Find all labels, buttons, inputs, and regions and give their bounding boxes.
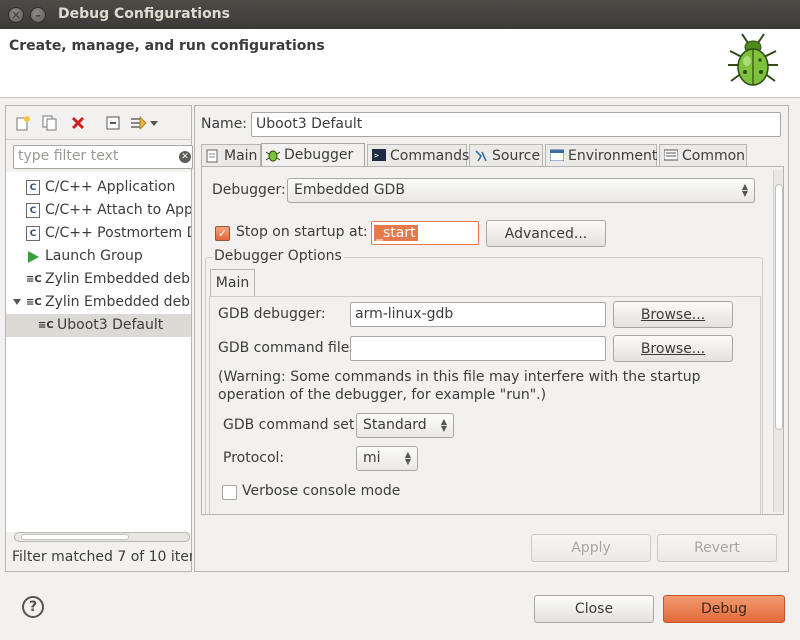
name-label: Name: <box>201 116 248 132</box>
title-bar: ✕ – Debug Configurations <box>0 0 800 29</box>
tab-environment[interactable]: Environment <box>545 144 657 166</box>
warning-line-1: (Warning: Some commands in this file may… <box>218 369 701 385</box>
c-app-icon: C <box>26 180 40 195</box>
zylin-icon: ≡C <box>38 320 54 331</box>
scrollbar-thumb[interactable] <box>21 534 129 540</box>
zylin-icon: ≡C <box>26 297 42 308</box>
name-input[interactable]: Uboot3 Default <box>251 112 781 137</box>
tree-item-uboot3-default[interactable]: ≡C Uboot3 Default <box>6 314 191 337</box>
tree-item-zylin-cygwin[interactable]: ≡C Zylin Embedded debug (Cygwin) <box>6 268 191 291</box>
collapse-all-button[interactable] <box>104 114 122 132</box>
delete-icon <box>71 116 85 130</box>
minimize-icon: – <box>35 8 41 22</box>
main-tab-icon <box>206 149 220 163</box>
close-button[interactable]: Close <box>534 595 654 623</box>
debug-button[interactable]: Debug <box>663 595 785 623</box>
gdb-debugger-input[interactable]: arm-linux-gdb <box>350 302 606 327</box>
gdb-command-file-input[interactable] <box>350 336 606 361</box>
advanced-button[interactable]: Advanced... <box>486 220 606 247</box>
duplicate-icon <box>42 115 57 131</box>
apply-button[interactable]: Apply <box>531 534 651 562</box>
common-tab-icon <box>663 149 679 163</box>
spinner-arrows-icon: ▲ ▼ <box>440 417 447 433</box>
inner-tab-main[interactable]: Main <box>210 269 255 296</box>
verbose-console-label: Verbose console mode <box>242 483 401 499</box>
collapse-all-icon <box>106 116 120 130</box>
debugger-label: Debugger: <box>212 182 286 198</box>
commands-tab-icon: > <box>372 148 386 163</box>
duplicate-button[interactable] <box>41 114 59 132</box>
window-title: Debug Configurations <box>58 6 230 22</box>
filter-menu-button[interactable] <box>130 114 160 132</box>
tree-item-cpp-application[interactable]: C C/C++ Application <box>6 176 191 199</box>
verbose-console-checkbox[interactable] <box>222 485 237 500</box>
gdb-debugger-label: GDB debugger: <box>218 306 326 322</box>
spinner-arrows-icon: ▲ ▼ <box>741 182 748 198</box>
clear-filter-icon[interactable]: ✕ <box>179 151 191 163</box>
tab-common[interactable]: Common <box>659 144 747 166</box>
debugger-options-title: Debugger Options <box>212 248 344 264</box>
inner-main-pane: GDB debugger: arm-linux-gdb Browse... GD… <box>209 296 761 514</box>
svg-text:>: > <box>374 151 379 160</box>
gdb-command-file-label: GDB command file: <box>218 340 355 356</box>
debugger-tab-pane: Debugger: Embedded GDB ▲ ▼ ✓ Stop on star… <box>201 166 784 515</box>
help-icon[interactable]: ? <box>22 596 44 618</box>
bug-icon <box>728 33 778 86</box>
filter-placeholder: type filter text <box>18 148 119 164</box>
configurations-toolbar <box>6 106 191 140</box>
header-banner: Create, manage, and run configurations <box>0 29 800 98</box>
tree-item-cpp-postmortem[interactable]: C C/C++ Postmortem Debugger <box>6 222 191 245</box>
new-config-icon <box>16 116 30 131</box>
tab-main[interactable]: Main <box>201 144 261 166</box>
command-set-label: GDB command set: <box>223 417 360 433</box>
debugger-tab-icon <box>265 148 281 162</box>
new-config-button[interactable] <box>14 114 32 132</box>
debugger-select[interactable]: Embedded GDB ▲ ▼ <box>287 178 755 203</box>
browse-gdb-command-file-button[interactable]: Browse... <box>613 335 733 362</box>
tree-horizontal-scrollbar[interactable] <box>14 532 190 542</box>
tab-source[interactable]: Source <box>469 144 543 166</box>
expanded-arrow-icon[interactable] <box>13 299 21 305</box>
debugger-options-group: Debugger Options Main GDB debugger: arm-… <box>205 248 763 514</box>
configuration-tree[interactable]: C C/C++ Application C C/C++ Attach to Ap… <box>6 172 191 532</box>
zylin-icon: ≡C <box>26 274 42 285</box>
filter-status: Filter matched 7 of 10 items <box>12 549 192 565</box>
tab-debugger[interactable]: Debugger <box>261 143 365 166</box>
scrollbar-thumb[interactable] <box>775 184 783 430</box>
tree-item-launch-group[interactable]: Launch Group <box>6 245 191 268</box>
launch-group-icon <box>28 251 39 263</box>
c-app-icon: C <box>26 203 40 218</box>
environment-tab-icon <box>549 149 565 163</box>
spinner-arrows-icon: ▲ ▼ <box>404 450 411 466</box>
configurations-panel: type filter text ✕ C C/C++ Application C… <box>5 105 193 572</box>
source-tab-icon <box>474 149 488 163</box>
filter-input[interactable]: type filter text ✕ <box>13 145 193 169</box>
checkmark-icon: ✓ <box>217 227 228 240</box>
protocol-label: Protocol: <box>223 450 285 466</box>
banner-message: Create, manage, and run configurations <box>9 38 325 54</box>
window-close-button[interactable]: ✕ <box>8 7 24 23</box>
tree-item-zylin-native[interactable]: ≡C Zylin Embedded debug (Native) <box>6 291 191 314</box>
filter-icon <box>131 116 158 130</box>
browse-gdb-debugger-button[interactable]: Browse... <box>613 301 733 328</box>
revert-button[interactable]: Revert <box>657 534 777 562</box>
delete-button[interactable] <box>69 114 87 132</box>
tab-commands[interactable]: > Commands <box>367 144 469 166</box>
stop-on-startup-checkbox[interactable]: ✓ <box>215 226 230 241</box>
tree-item-cpp-attach[interactable]: C C/C++ Attach to Application <box>6 199 191 222</box>
configuration-editor: Name: Uboot3 Default Main Debugger > Com… <box>194 105 789 572</box>
close-icon: ✕ <box>11 8 21 22</box>
command-set-select[interactable]: Standard ▲ ▼ <box>356 413 454 438</box>
pane-vertical-scrollbar[interactable] <box>773 170 783 512</box>
protocol-select[interactable]: mi ▲ ▼ <box>356 446 418 471</box>
stop-on-startup-label: Stop on startup at: <box>236 224 368 240</box>
stop-on-startup-input[interactable]: _start <box>371 221 479 245</box>
warning-line-2: operation of the debugger, for example "… <box>218 387 547 403</box>
window-minimize-button[interactable]: – <box>30 7 46 23</box>
c-app-icon: C <box>26 226 40 241</box>
